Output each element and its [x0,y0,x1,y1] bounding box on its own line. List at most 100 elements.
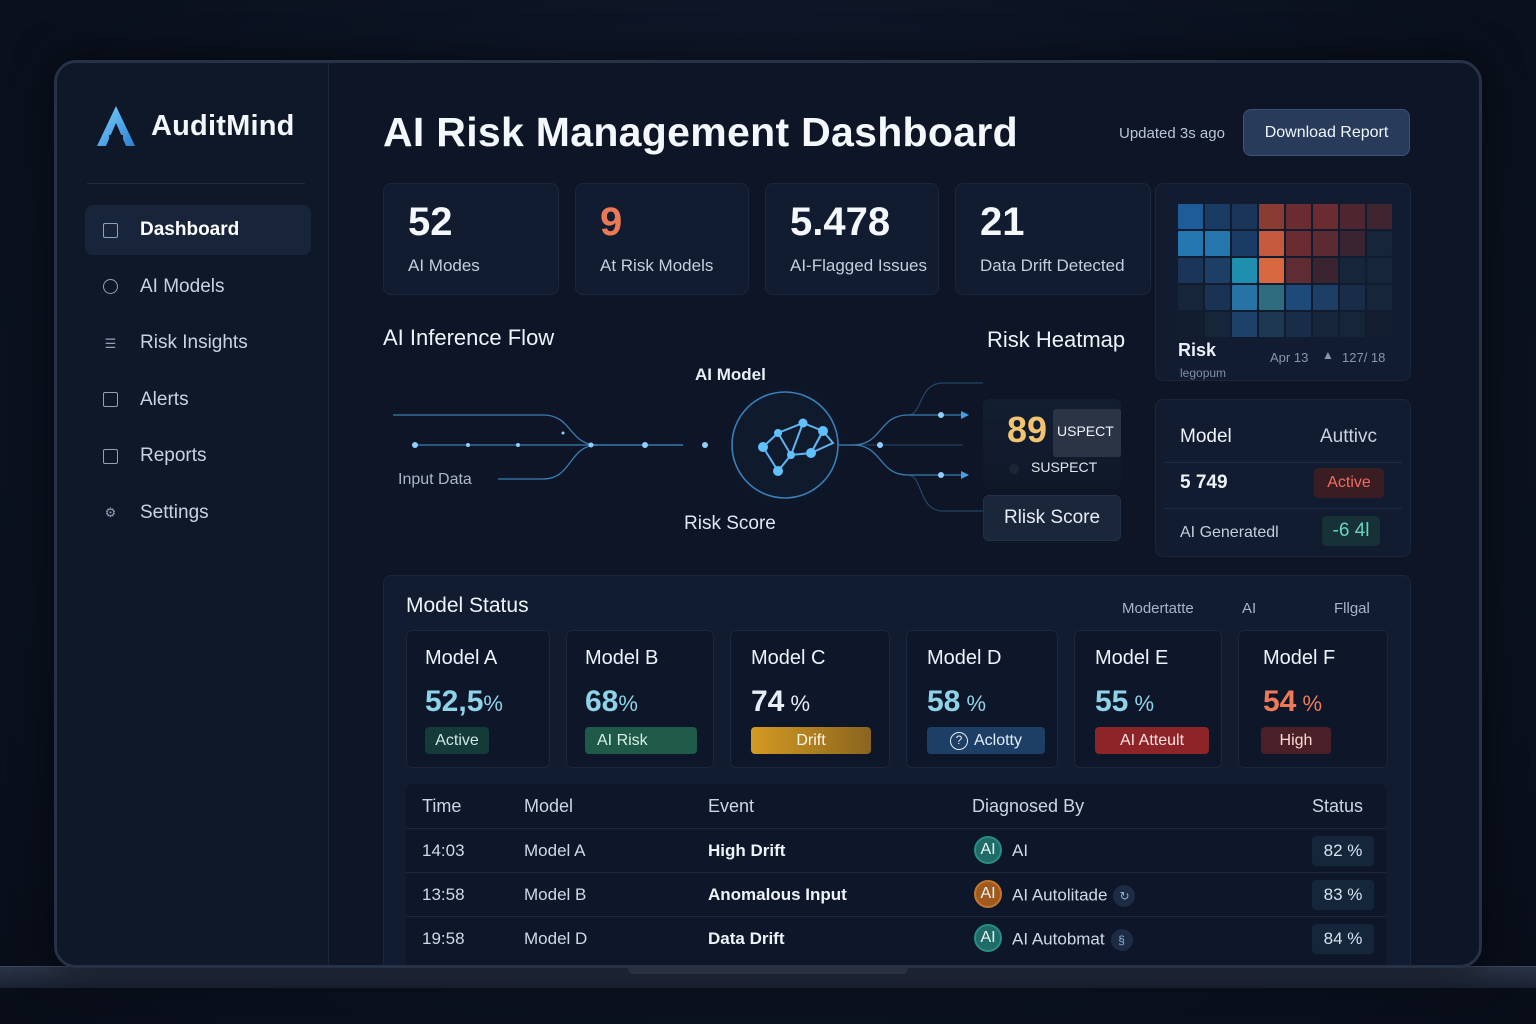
column-header-diagnosed-by[interactable]: Diagnosed By [972,796,1084,817]
heatmap-cell[interactable] [1178,285,1203,310]
sidebar-item-ai-models[interactable]: AI Models [85,262,311,312]
model-card-f[interactable]: Model F 54 % High [1238,630,1388,768]
score-status: SUSPECT [1031,459,1098,475]
status-badge: Active [425,727,489,754]
heatmap-cell[interactable] [1259,258,1284,283]
heatmap-cell[interactable] [1178,231,1203,256]
model-card-e[interactable]: Model E 55 % AI Atteult [1074,630,1222,768]
event-name: Anomalous Input [708,885,847,904]
heatmap-cell[interactable] [1367,312,1392,337]
heatmap-cell[interactable] [1367,285,1392,310]
heatmap-cell[interactable] [1313,285,1338,310]
model-name: Model B [585,647,659,669]
logo-icon [97,106,135,146]
heatmap-cell[interactable] [1313,204,1338,229]
logo[interactable]: AuditMind [93,103,295,149]
status-badge: Drift [751,727,871,754]
column-header-event[interactable]: Event [708,796,754,817]
heatmap-cell[interactable] [1232,231,1257,256]
app-window: AuditMind Dashboard AI Models ☰ Risk Ins… [54,60,1482,968]
heatmap-cell[interactable] [1340,231,1365,256]
sidebar-item-settings[interactable]: ⚙ Settings [85,488,311,538]
divider [1164,508,1402,509]
sync-icon: § [1110,929,1133,951]
heatmap-cell[interactable] [1232,204,1257,229]
heatmap-cell[interactable] [1205,258,1230,283]
heatmap-cell[interactable] [1259,231,1284,256]
model-percent: 68% [585,685,638,718]
column-header-status[interactable]: Status [1312,796,1363,817]
heatmap-cell[interactable] [1286,285,1311,310]
kpi-card-ai-flagged-issues[interactable]: 5.478 AI-Flagged Issues [765,183,939,295]
risk-score-card: USPECT 89 SUSPECT [983,399,1121,489]
ai-generated-value: -6 4l [1322,516,1380,546]
kpi-label: AI Modes [408,256,480,275]
sidebar-item-dashboard[interactable]: Dashboard [85,205,311,255]
heatmap-cell[interactable] [1340,258,1365,283]
heatmap-cell[interactable] [1178,312,1203,337]
risk-score-value: 89 [1007,409,1048,450]
kpi-card-data-drift[interactable]: 21 Data Drift Detected [955,183,1151,295]
ai-avatar: AI [974,836,1002,864]
heatmap-cell[interactable] [1313,312,1338,337]
heatmap-cell[interactable] [1340,285,1365,310]
status-badge: AI Risk [585,727,697,754]
tab-modertatte[interactable]: Modertatte [1122,600,1194,617]
column-header-model[interactable]: Model [524,796,573,817]
model-name: Model A [425,647,498,669]
heatmap-subtitle: legopum [1180,366,1227,380]
sidebar-item-reports[interactable]: Reports [85,431,311,481]
heatmap-cell[interactable] [1232,285,1257,310]
heatmap-cell[interactable] [1367,231,1392,256]
heatmap-cell[interactable] [1313,258,1338,283]
kpi-label: At Risk Models [600,256,714,275]
heatmap-cell[interactable] [1259,204,1284,229]
heatmap-cell[interactable] [1313,231,1338,256]
heatmap-cell[interactable] [1205,204,1230,229]
event-time: 14:03 [422,841,465,860]
model-percent: 55 % [1095,685,1155,718]
heatmap-cell[interactable] [1286,231,1311,256]
model-card-a[interactable]: Model A 52,5% Active [406,630,550,768]
sidebar-divider [87,183,305,184]
column-header-time[interactable]: Time [422,796,461,817]
download-report-button[interactable]: Download Report [1243,109,1410,156]
kpi-card-at-risk-models[interactable]: 9 At Risk Models [575,183,749,295]
heatmap-cell[interactable] [1259,285,1284,310]
table-row[interactable]: 14:03 Model A High Drift AI AI 82 % [406,828,1386,872]
model-percent: 52,5% [425,685,503,718]
heatmap-cell[interactable] [1232,312,1257,337]
table-row[interactable]: 19:58 Model D Data Drift AI AI Autobmat §… [406,916,1386,960]
heatmap-cell[interactable] [1205,285,1230,310]
heatmap-cell[interactable] [1205,231,1230,256]
sidebar-nav: Dashboard AI Models ☰ Risk Insights Aler… [85,205,311,544]
help-icon: ? [949,731,968,750]
model-card-b[interactable]: Model B 68% AI Risk [566,630,714,768]
sidebar-item-alerts[interactable]: Alerts [85,375,311,425]
heatmap-cell[interactable] [1232,258,1257,283]
kpi-card-ai-modes[interactable]: 52 AI Modes [383,183,559,295]
heatmap-cell[interactable] [1367,204,1392,229]
table-row[interactable]: 13:58 Model B Anomalous Input AI AI Auto… [406,872,1386,916]
event-time: 13:58 [422,885,465,904]
event-name: Data Drift [708,929,785,948]
heatmap-cell[interactable] [1367,258,1392,283]
heatmap-cell[interactable] [1178,258,1203,283]
tab-fllgal[interactable]: Fllgal [1334,600,1370,617]
heatmap-cell[interactable] [1286,204,1311,229]
risk-heatmap-card[interactable]: Risk legopum Apr 13 ▲ 127/ 18 [1155,183,1411,381]
tab-ai[interactable]: AI [1242,600,1256,617]
heatmap-cell[interactable] [1178,204,1203,229]
heatmap-cell[interactable] [1340,312,1365,337]
heatmap-cell[interactable] [1205,312,1230,337]
heatmap-cell[interactable] [1286,312,1311,337]
heatmap-cell[interactable] [1286,258,1311,283]
model-status-panel: Model Status Modertatte AI Fllgal Model … [383,575,1411,965]
model-card-d[interactable]: Model D 58 % ? Aclotty [906,630,1058,768]
event-time: 19:58 [422,929,465,948]
sidebar-item-risk-insights[interactable]: ☰ Risk Insights [85,318,311,368]
risk-score-button[interactable]: Rlisk Score [983,495,1121,541]
heatmap-cell[interactable] [1259,312,1284,337]
heatmap-cell[interactable] [1340,204,1365,229]
model-card-c[interactable]: Model C 74 % Drift [730,630,890,768]
